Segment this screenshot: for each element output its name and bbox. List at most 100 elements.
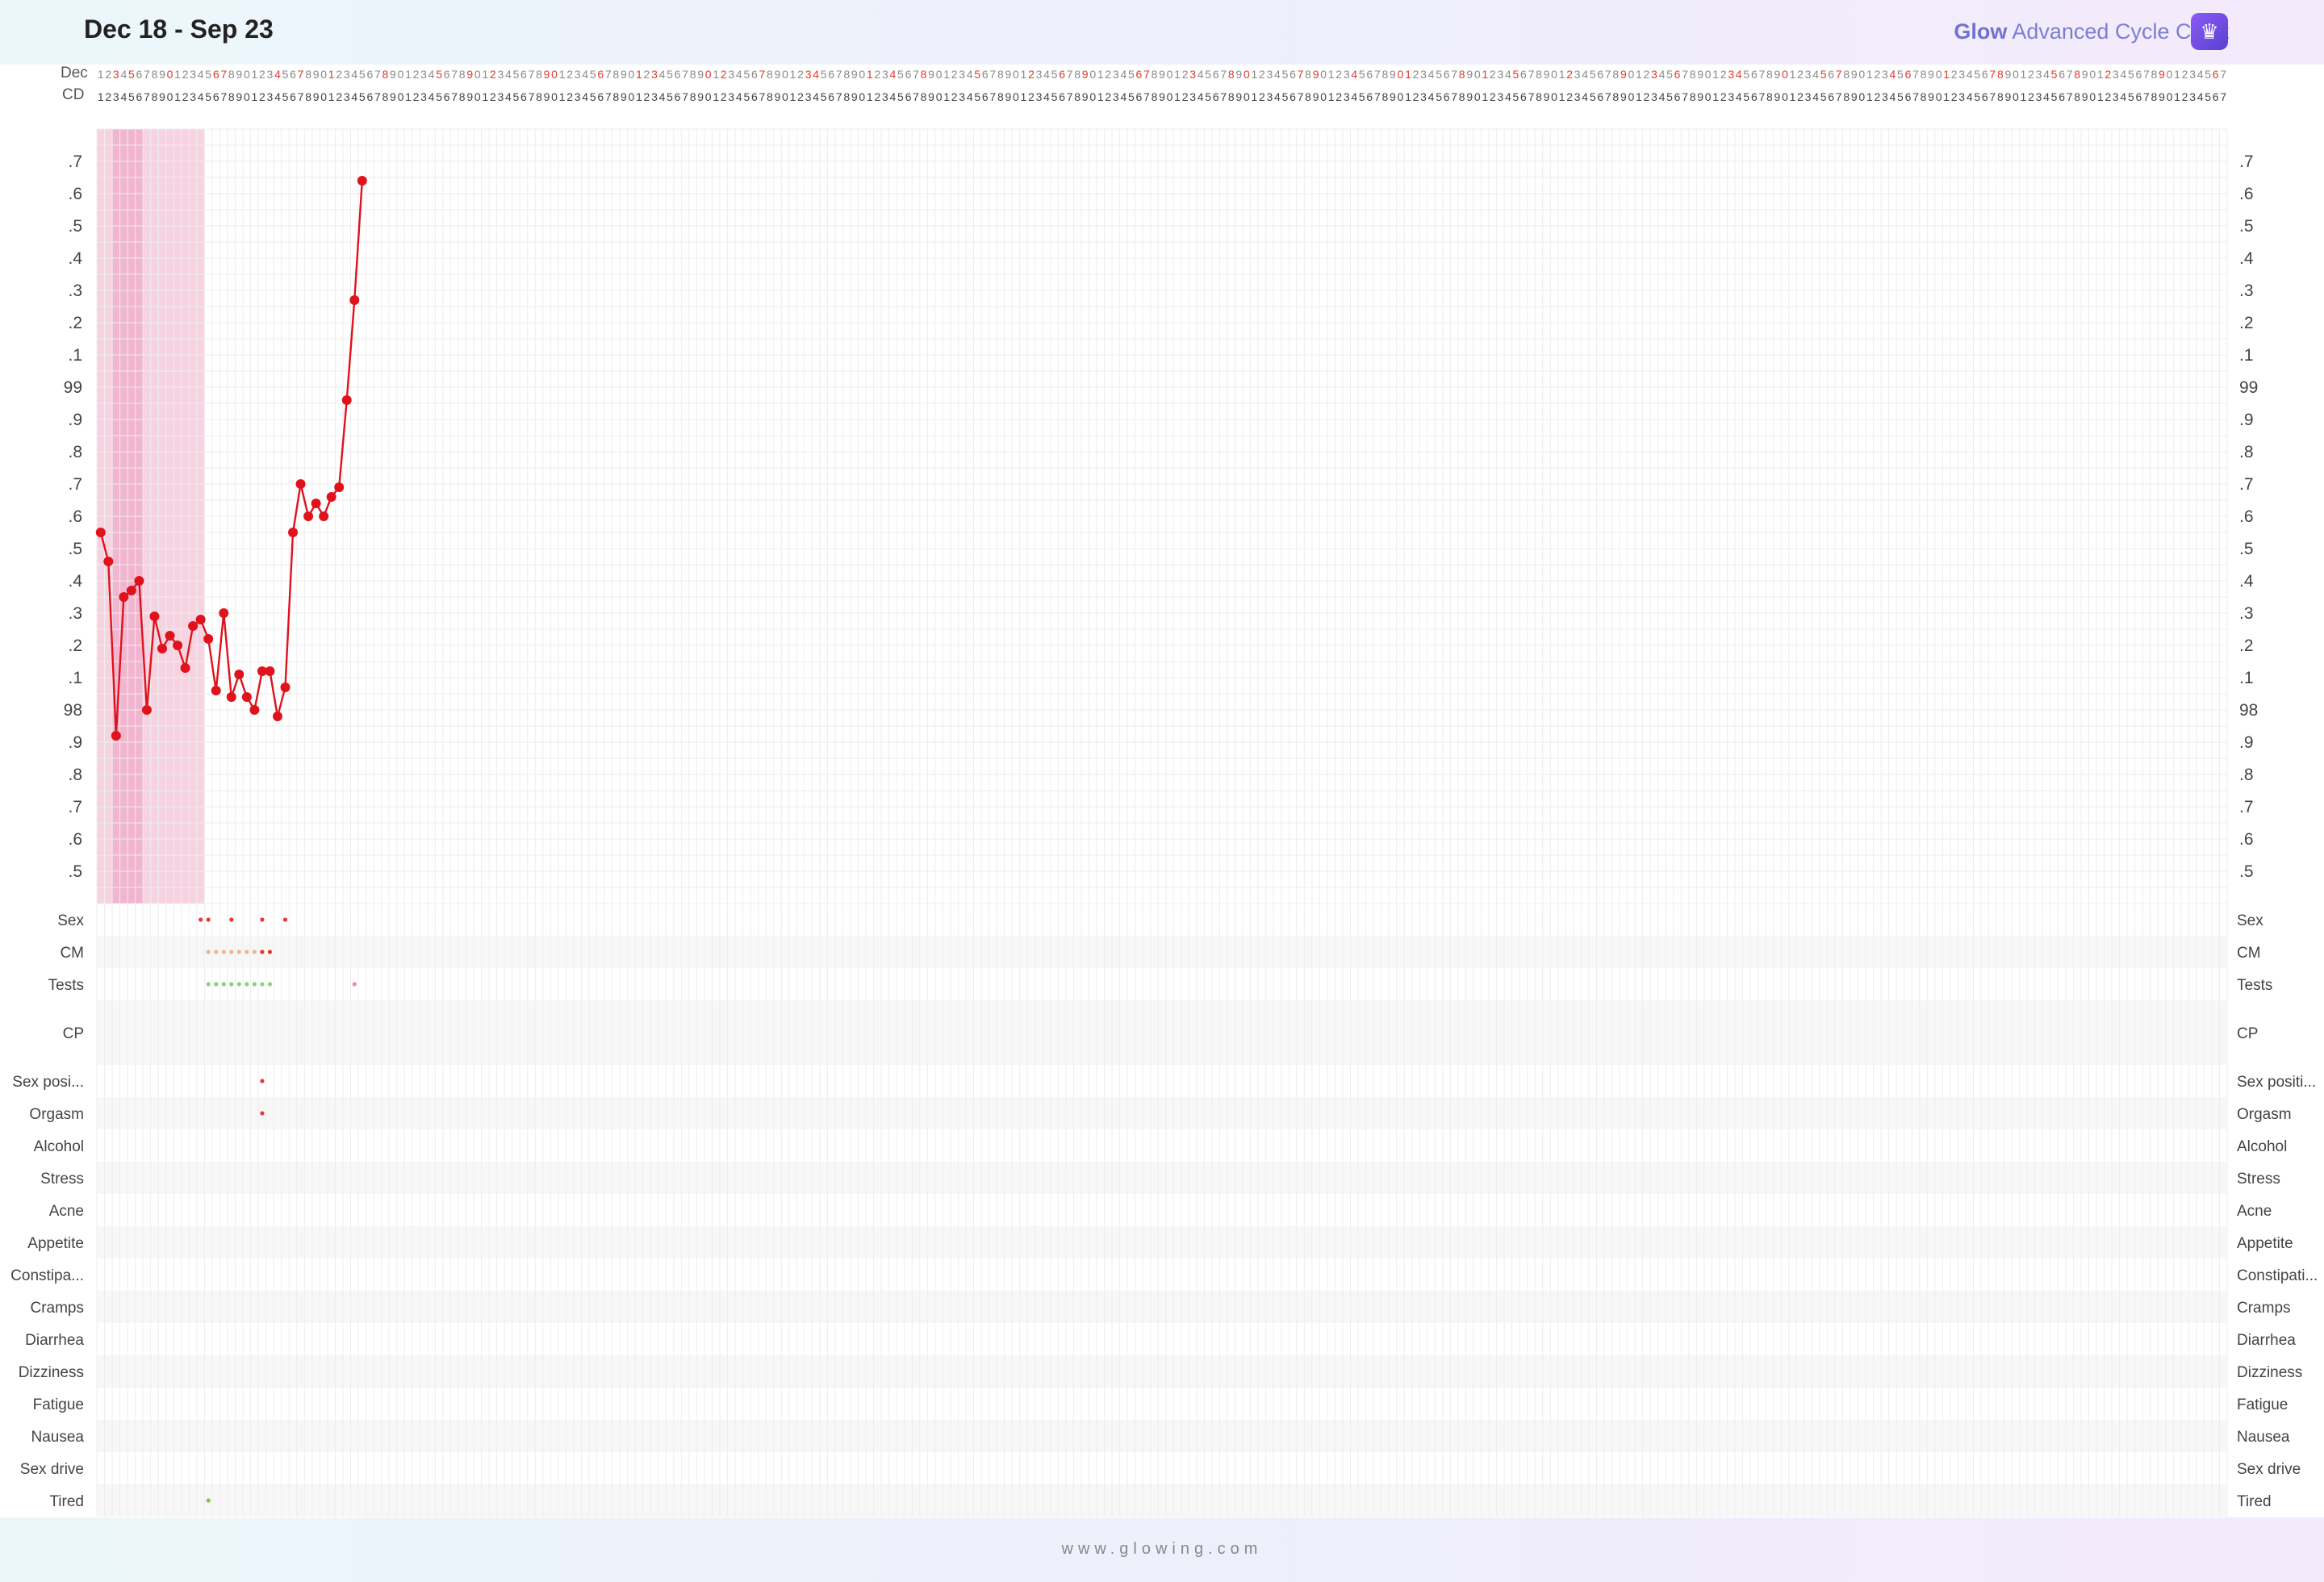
tracking-marker [206,917,211,922]
cycle-day-tick-label: 4 [1659,90,1666,103]
tracking-marker [229,950,234,954]
date-tick-label: 4 [582,68,588,81]
date-tick-label: 4 [736,68,742,81]
tracking-marker [199,917,203,922]
cycle-day-tick-label: 3 [267,90,274,103]
date-tick-label: 6 [1597,68,1603,81]
date-tick-label: 6 [1444,68,1450,81]
cycle-day-tick-label: 6 [1444,90,1450,103]
temperature-point [265,666,275,676]
cycle-day-tick-label: 2 [1644,90,1650,103]
cycle-day-tick-label: 7 [1220,90,1227,103]
date-tick-label: 4 [428,68,435,81]
date-tick-label: 1 [1636,68,1642,81]
date-tick-label: 8 [228,68,235,81]
date-tick-label: 0 [1013,68,1019,81]
y-tick-label-left: 99 [64,378,82,397]
date-tick-label: 2 [490,68,496,81]
cycle-day-tick-label: 0 [2013,90,2019,103]
date-tick-label: 6 [675,68,681,81]
date-tick-label: 6 [444,68,450,81]
date-tick-label: 4 [1890,68,1896,81]
date-tick-label: 7 [1298,68,1304,81]
temperature-point [326,492,336,502]
cycle-day-tick-label: 3 [420,90,427,103]
y-tick-label-left: .4 [68,249,82,268]
date-tick-label: 6 [751,68,758,81]
date-tick-label: 8 [690,68,696,81]
cycle-day-tick-label: 9 [1620,90,1627,103]
cycle-day-tick-label: 4 [1890,90,1896,103]
cycle-day-tick-label: 6 [520,90,527,103]
cycle-day-tick-label: 3 [1036,90,1043,103]
cycle-day-tick-label: 9 [697,90,704,103]
date-tick-label: 1 [2174,68,2180,81]
date-tick-label: 9 [390,68,396,81]
cycle-day-tick-label: 5 [1359,90,1365,103]
date-tick-label: 0 [1167,68,1173,81]
cycle-day-tick-label: 7 [759,90,766,103]
cycle-day-tick-label: 1 [1021,90,1027,103]
cycle-day-tick-label: 3 [728,90,734,103]
date-tick-label: 1 [1712,68,1719,81]
date-tick-label: 7 [298,68,304,81]
cycle-day-tick-label: 3 [2189,90,2196,103]
cycle-day-tick-label: 1 [1636,90,1642,103]
date-tick-label: 4 [120,68,127,81]
tracking-row-label-left: Cramps [30,1300,84,1317]
date-tick-label: 4 [1812,68,1819,81]
date-tick-label: 3 [267,68,274,81]
y-tick-label-left: .7 [68,475,82,494]
cycle-day-tick-label: 8 [382,90,389,103]
date-tick-label: 3 [1805,68,1812,81]
cycle-day-tick-label: 5 [1743,90,1749,103]
date-tick-label: 3 [344,68,350,81]
date-tick-label: 1 [405,68,412,81]
date-tick-label: 0 [628,68,634,81]
y-tick-label-right: .1 [2239,346,2254,365]
tracking-row-label-right: Fatigue [2237,1396,2288,1413]
temperature-point [180,663,190,673]
cycle-day-tick-label: 9 [1235,90,1242,103]
cycle-day-tick-label: 2 [797,90,804,103]
y-tick-label-left: .5 [68,540,82,558]
y-tick-label-left: .2 [68,637,82,655]
tracking-row-label-right: CP [2237,1025,2258,1042]
date-tick-label: 3 [1958,68,1965,81]
date-tick-label: 4 [505,68,512,81]
date-tick-label: 8 [382,68,389,81]
cycle-day-tick-label: 0 [2089,90,2096,103]
date-tick-label: 8 [536,68,542,81]
date-tick-label: 3 [1113,68,1119,81]
cycle-day-tick-label: 0 [1013,90,1019,103]
cycle-day-tick-label: 9 [236,90,242,103]
date-tick-label: 7 [1528,68,1535,81]
tracking-marker [229,982,234,987]
cycle-day-tick-label: 1 [2021,90,2027,103]
cycle-day-tick-label: 3 [1189,90,1196,103]
date-tick-label: 3 [1497,68,1503,81]
date-tick-label: 1 [1482,68,1488,81]
cycle-day-tick-label: 7 [144,90,150,103]
cycle-day-tick-label: 9 [1544,90,1550,103]
cycle-day-tick-label: 2 [336,90,342,103]
cycle-day-tick-label: 7 [1758,90,1765,103]
tracking-marker [245,982,249,987]
cycle-day-tick-label: 2 [1335,90,1342,103]
cycle-day-tick-label: 1 [405,90,412,103]
y-tick-label-left: .1 [68,669,82,687]
tracking-row-label-right: Nausea [2237,1429,2290,1446]
y-tick-label-right: .6 [2239,507,2254,526]
cycle-day-tick-label: 7 [1836,90,1842,103]
cycle-day-tick-label: 7 [220,90,227,103]
cycle-day-tick-label: 3 [959,90,965,103]
date-tick-label: 3 [2189,68,2196,81]
cycle-day-tick-label: 4 [813,90,819,103]
date-tick-label: 1 [1866,68,1873,81]
cycle-day-tick-label: 9 [466,90,473,103]
date-tick-label: 8 [2074,68,2080,81]
y-tick-label-left: .8 [68,766,82,784]
cycle-day-tick-label: 1 [482,90,488,103]
date-tick-label: 8 [305,68,311,81]
date-tick-label: 6 [366,68,373,81]
